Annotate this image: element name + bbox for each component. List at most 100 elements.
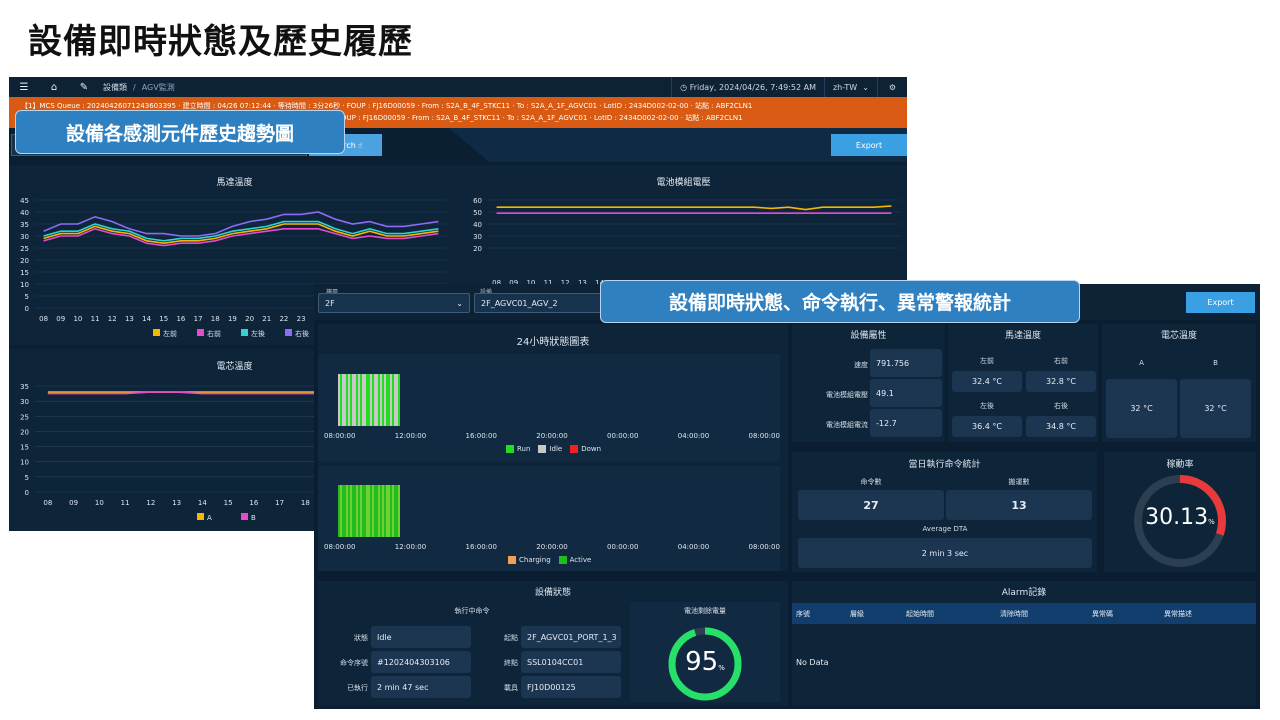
motor-rr-value: 34.8 °C (1026, 416, 1096, 437)
state-label: 狀態 (354, 634, 368, 642)
status-segment (372, 374, 375, 426)
y-tick-label: 30 (20, 233, 29, 241)
tick: 04:00:00 (677, 432, 710, 440)
exec-value: 2 min 47 sec (371, 676, 471, 698)
x-tick-label: 10 (73, 315, 82, 323)
tick: 08:00:00 (324, 543, 356, 551)
y-tick-label: 15 (20, 269, 29, 277)
col-clear: 清除時間 (1000, 609, 1028, 618)
legend-swatch (285, 329, 292, 336)
status-segment (374, 485, 377, 537)
status-segment (342, 485, 345, 537)
legend-active: Active (558, 556, 591, 564)
home-icon[interactable]: ⌂ (39, 82, 69, 93)
status-segment (394, 485, 397, 537)
status-segment (380, 374, 383, 426)
menu-icon[interactable]: ☰ (9, 82, 39, 93)
carrier-value: FJ10D00125 (521, 676, 621, 698)
running-cmd-label: 執行中命令 (454, 607, 490, 615)
status-segment (354, 374, 357, 426)
y-tick-label: 30 (473, 233, 482, 241)
x-tick-label: 09 (56, 315, 65, 323)
device-status-title: 設備狀態 (534, 588, 571, 598)
legend-label: 右前 (207, 329, 221, 338)
alarm-card: Alarm記錄 (792, 581, 1256, 706)
battery-value-wrap: 95% (665, 647, 745, 677)
col-level: 層級 (850, 609, 864, 618)
legend-swatch (241, 329, 248, 336)
legend-run-label: Run (517, 445, 531, 453)
x-tick-label: 12 (108, 315, 117, 323)
alarm-empty: No Data (796, 658, 829, 667)
status-segment (340, 485, 343, 537)
y-tick-label: 20 (20, 257, 29, 265)
floor-select[interactable]: 2F ⌄ (318, 293, 470, 313)
y-tick-label: 40 (20, 209, 29, 217)
charge-status-bar (338, 485, 400, 537)
from-value: 2F_AGVC01_PORT_1_3 (521, 626, 621, 648)
move-count-label: 搬運數 (1008, 478, 1030, 486)
status-segment (360, 374, 363, 426)
legend-label: 右後 (295, 329, 309, 338)
battery-title: 電池剩餘電量 (684, 607, 726, 615)
cell-b-label: B (1213, 359, 1218, 367)
from-label: 起點 (504, 634, 518, 642)
to-value: SSL0104CC01 (521, 651, 621, 673)
status-segment (386, 485, 389, 537)
legend-charging-label: Charging (519, 556, 551, 564)
speed-label: 速度 (854, 361, 868, 369)
status-segment (358, 374, 361, 426)
tick: 20:00:00 (536, 543, 568, 551)
slide-title: 設備即時狀態及歷史履歷 (28, 22, 413, 62)
legend-label: 左後 (251, 329, 265, 338)
status-segment (398, 485, 400, 537)
col-start: 起始時間 (906, 609, 934, 618)
status-segment (386, 374, 389, 426)
breadcrumb-category[interactable]: 設備類 (103, 82, 127, 93)
status-segment (396, 485, 399, 537)
cmd-count-label: 命令數 (860, 478, 882, 486)
status-segment (388, 485, 391, 537)
y-tick-label: 25 (20, 245, 29, 253)
x-tick-label: 14 (142, 315, 151, 323)
export-button-label: Export (855, 140, 883, 150)
motor-fr-value: 32.8 °C (1026, 371, 1096, 392)
status-segment (356, 485, 359, 537)
tick: 04:00:00 (677, 543, 710, 551)
export-button[interactable]: Export (831, 134, 907, 156)
y-tick-label: 10 (20, 281, 29, 289)
device-value: 2F_AGVC01_AGV_2 (481, 298, 558, 308)
language-value: zh-TW (832, 82, 858, 92)
status-segment (352, 485, 355, 537)
gear-icon[interactable]: ⚙ (877, 77, 907, 97)
x-tick-label: 08 (43, 499, 52, 507)
y-tick-label: 5 (25, 474, 29, 482)
status-segment (346, 374, 349, 426)
attr-title: 設備屬性 (850, 331, 887, 341)
x-tick-label: 19 (228, 315, 237, 323)
status-segment (354, 485, 357, 537)
export-button[interactable]: Export (1186, 292, 1255, 313)
status-screenshot: 樓層 2F⌄ 設備 2F_AGVC01_AGV_2 Export 24小時狀態圖… (314, 284, 1260, 709)
run-time-axis: 08:00:00 12:00:00 16:00:00 20:00:00 00:00:00… (324, 432, 780, 440)
y-tick-label: 20 (20, 428, 29, 436)
language-select[interactable]: zh-TW ⌄ (823, 77, 877, 97)
x-tick-label: 15 (224, 499, 233, 507)
x-tick-label: 16 (176, 315, 185, 323)
x-tick-label: 08 (39, 315, 48, 323)
battery-value: 95 (685, 647, 719, 677)
status-segment (338, 485, 341, 537)
status-segment (390, 485, 393, 537)
y-tick-label: 35 (20, 383, 29, 391)
carrier-label: 載具 (504, 684, 518, 692)
move-count-value: 13 (946, 490, 1092, 520)
tick: 16:00:00 (465, 543, 497, 551)
y-tick-label: 20 (473, 245, 482, 253)
status-segment (398, 374, 400, 426)
y-tick-label: 60 (473, 197, 482, 205)
motor-rl-label: 左後 (980, 402, 994, 410)
tick: 08:00:00 (324, 432, 356, 440)
pencil-icon[interactable]: ✎ (69, 82, 99, 93)
status-segment (342, 374, 345, 426)
x-tick-label: 11 (91, 315, 100, 323)
